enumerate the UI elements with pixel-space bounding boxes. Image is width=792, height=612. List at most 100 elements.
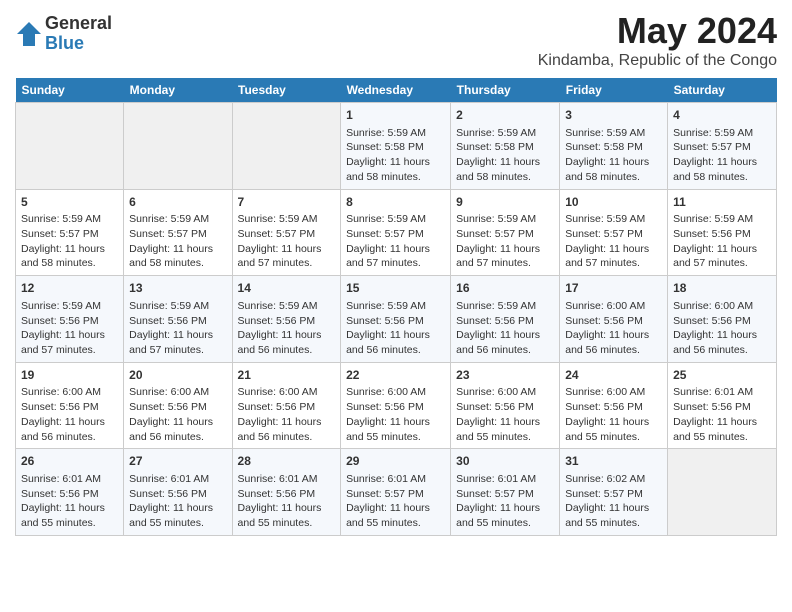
day-cell: 19 Sunrise: 6:00 AM Sunset: 5:56 PM Dayli… [16,362,124,449]
day-cell: 14 Sunrise: 5:59 AM Sunset: 5:56 PM Dayli… [232,276,341,363]
day-number: 28 [238,453,336,470]
day-info: Sunrise: 5:59 AM Sunset: 5:56 PM Dayligh… [129,300,213,356]
day-number: 11 [673,194,771,211]
day-info: Sunrise: 5:59 AM Sunset: 5:56 PM Dayligh… [346,300,430,356]
day-info: Sunrise: 5:59 AM Sunset: 5:57 PM Dayligh… [21,213,105,269]
day-info: Sunrise: 6:01 AM Sunset: 5:56 PM Dayligh… [21,473,105,529]
logo-general: General [45,14,112,34]
day-info: Sunrise: 5:59 AM Sunset: 5:56 PM Dayligh… [673,213,757,269]
day-cell: 30 Sunrise: 6:01 AM Sunset: 5:57 PM Dayli… [451,449,560,536]
day-info: Sunrise: 5:59 AM Sunset: 5:56 PM Dayligh… [238,300,322,356]
day-cell: 12 Sunrise: 5:59 AM Sunset: 5:56 PM Dayli… [16,276,124,363]
day-info: Sunrise: 5:59 AM Sunset: 5:58 PM Dayligh… [565,127,649,183]
title-block: May 2024 Kindamba, Republic of the Congo [538,10,777,70]
day-info: Sunrise: 6:02 AM Sunset: 5:57 PM Dayligh… [565,473,649,529]
day-number: 18 [673,280,771,297]
day-number: 7 [238,194,336,211]
weekday-header-thursday: Thursday [451,78,560,103]
day-info: Sunrise: 5:59 AM Sunset: 5:57 PM Dayligh… [565,213,649,269]
weekday-header-sunday: Sunday [16,78,124,103]
day-cell: 22 Sunrise: 6:00 AM Sunset: 5:56 PM Dayli… [341,362,451,449]
day-number: 21 [238,367,336,384]
day-cell: 1Sunrise: 5:59 AM Sunset: 5:58 PM Daylig… [341,103,451,190]
day-cell: 7 Sunrise: 5:59 AM Sunset: 5:57 PM Daylig… [232,189,341,276]
day-cell [668,449,777,536]
day-number: 3 [565,107,662,124]
day-info: Sunrise: 6:00 AM Sunset: 5:56 PM Dayligh… [346,386,430,442]
day-cell: 26 Sunrise: 6:01 AM Sunset: 5:56 PM Dayli… [16,449,124,536]
day-cell: 15 Sunrise: 5:59 AM Sunset: 5:56 PM Dayli… [341,276,451,363]
day-cell: 20 Sunrise: 6:00 AM Sunset: 5:56 PM Dayli… [124,362,232,449]
weekday-header-tuesday: Tuesday [232,78,341,103]
day-number: 4 [673,107,771,124]
day-info: Sunrise: 6:00 AM Sunset: 5:56 PM Dayligh… [565,300,649,356]
day-info: Sunrise: 6:01 AM Sunset: 5:57 PM Dayligh… [456,473,540,529]
day-number: 17 [565,280,662,297]
day-number: 6 [129,194,226,211]
day-number: 14 [238,280,336,297]
day-info: Sunrise: 5:59 AM Sunset: 5:57 PM Dayligh… [673,127,757,183]
day-info: Sunrise: 5:59 AM Sunset: 5:56 PM Dayligh… [456,300,540,356]
logo-text: General Blue [45,14,112,54]
day-cell: 10Sunrise: 5:59 AM Sunset: 5:57 PM Dayli… [560,189,668,276]
week-row-5: 26 Sunrise: 6:01 AM Sunset: 5:56 PM Dayli… [16,449,777,536]
day-cell: 2Sunrise: 5:59 AM Sunset: 5:58 PM Daylig… [451,103,560,190]
day-cell: 21 Sunrise: 6:00 AM Sunset: 5:56 PM Dayli… [232,362,341,449]
day-number: 16 [456,280,554,297]
day-cell: 5 Sunrise: 5:59 AM Sunset: 5:57 PM Daylig… [16,189,124,276]
day-info: Sunrise: 5:59 AM Sunset: 5:57 PM Dayligh… [129,213,213,269]
week-row-4: 19 Sunrise: 6:00 AM Sunset: 5:56 PM Dayli… [16,362,777,449]
logo-icon [15,20,43,48]
day-cell: 29Sunrise: 6:01 AM Sunset: 5:57 PM Dayli… [341,449,451,536]
subtitle: Kindamba, Republic of the Congo [538,52,777,70]
weekday-header-wednesday: Wednesday [341,78,451,103]
main-title: May 2024 [538,10,777,52]
day-info: Sunrise: 6:00 AM Sunset: 5:56 PM Dayligh… [238,386,322,442]
day-cell: 16 Sunrise: 5:59 AM Sunset: 5:56 PM Dayli… [451,276,560,363]
logo-blue: Blue [45,34,112,54]
day-number: 25 [673,367,771,384]
day-cell: 24Sunrise: 6:00 AM Sunset: 5:56 PM Dayli… [560,362,668,449]
day-cell [124,103,232,190]
day-info: Sunrise: 5:59 AM Sunset: 5:58 PM Dayligh… [346,127,430,183]
day-cell: 6 Sunrise: 5:59 AM Sunset: 5:57 PM Daylig… [124,189,232,276]
day-number: 5 [21,194,118,211]
day-info: Sunrise: 6:00 AM Sunset: 5:56 PM Dayligh… [129,386,213,442]
calendar-table: SundayMondayTuesdayWednesdayThursdayFrid… [15,78,777,536]
day-number: 8 [346,194,445,211]
day-cell: 28Sunrise: 6:01 AM Sunset: 5:56 PM Dayli… [232,449,341,536]
day-info: Sunrise: 5:59 AM Sunset: 5:57 PM Dayligh… [238,213,322,269]
day-number: 22 [346,367,445,384]
day-cell: 27Sunrise: 6:01 AM Sunset: 5:56 PM Dayli… [124,449,232,536]
week-row-2: 5 Sunrise: 5:59 AM Sunset: 5:57 PM Daylig… [16,189,777,276]
day-number: 13 [129,280,226,297]
day-cell: 3 Sunrise: 5:59 AM Sunset: 5:58 PM Daylig… [560,103,668,190]
day-info: Sunrise: 6:00 AM Sunset: 5:56 PM Dayligh… [21,386,105,442]
day-cell: 18Sunrise: 6:00 AM Sunset: 5:56 PM Dayli… [668,276,777,363]
day-cell: 9Sunrise: 5:59 AM Sunset: 5:57 PM Daylig… [451,189,560,276]
day-cell: 31 Sunrise: 6:02 AM Sunset: 5:57 PM Dayli… [560,449,668,536]
day-cell: 11 Sunrise: 5:59 AM Sunset: 5:56 PM Dayli… [668,189,777,276]
page-header: General Blue May 2024 Kindamba, Republic… [15,10,777,70]
day-info: Sunrise: 5:59 AM Sunset: 5:57 PM Dayligh… [346,213,430,269]
day-number: 15 [346,280,445,297]
logo: General Blue [15,14,112,54]
day-number: 20 [129,367,226,384]
day-cell: 17 Sunrise: 6:00 AM Sunset: 5:56 PM Dayli… [560,276,668,363]
day-number: 31 [565,453,662,470]
weekday-header-friday: Friday [560,78,668,103]
day-info: Sunrise: 5:59 AM Sunset: 5:58 PM Dayligh… [456,127,540,183]
weekday-header-row: SundayMondayTuesdayWednesdayThursdayFrid… [16,78,777,103]
day-number: 19 [21,367,118,384]
day-info: Sunrise: 6:00 AM Sunset: 5:56 PM Dayligh… [456,386,540,442]
day-number: 12 [21,280,118,297]
day-info: Sunrise: 6:01 AM Sunset: 5:56 PM Dayligh… [129,473,213,529]
day-cell: 23Sunrise: 6:00 AM Sunset: 5:56 PM Dayli… [451,362,560,449]
day-cell [16,103,124,190]
weekday-header-saturday: Saturday [668,78,777,103]
day-info: Sunrise: 6:01 AM Sunset: 5:57 PM Dayligh… [346,473,430,529]
day-number: 30 [456,453,554,470]
day-cell: 25Sunrise: 6:01 AM Sunset: 5:56 PM Dayli… [668,362,777,449]
day-info: Sunrise: 5:59 AM Sunset: 5:56 PM Dayligh… [21,300,105,356]
day-number: 26 [21,453,118,470]
